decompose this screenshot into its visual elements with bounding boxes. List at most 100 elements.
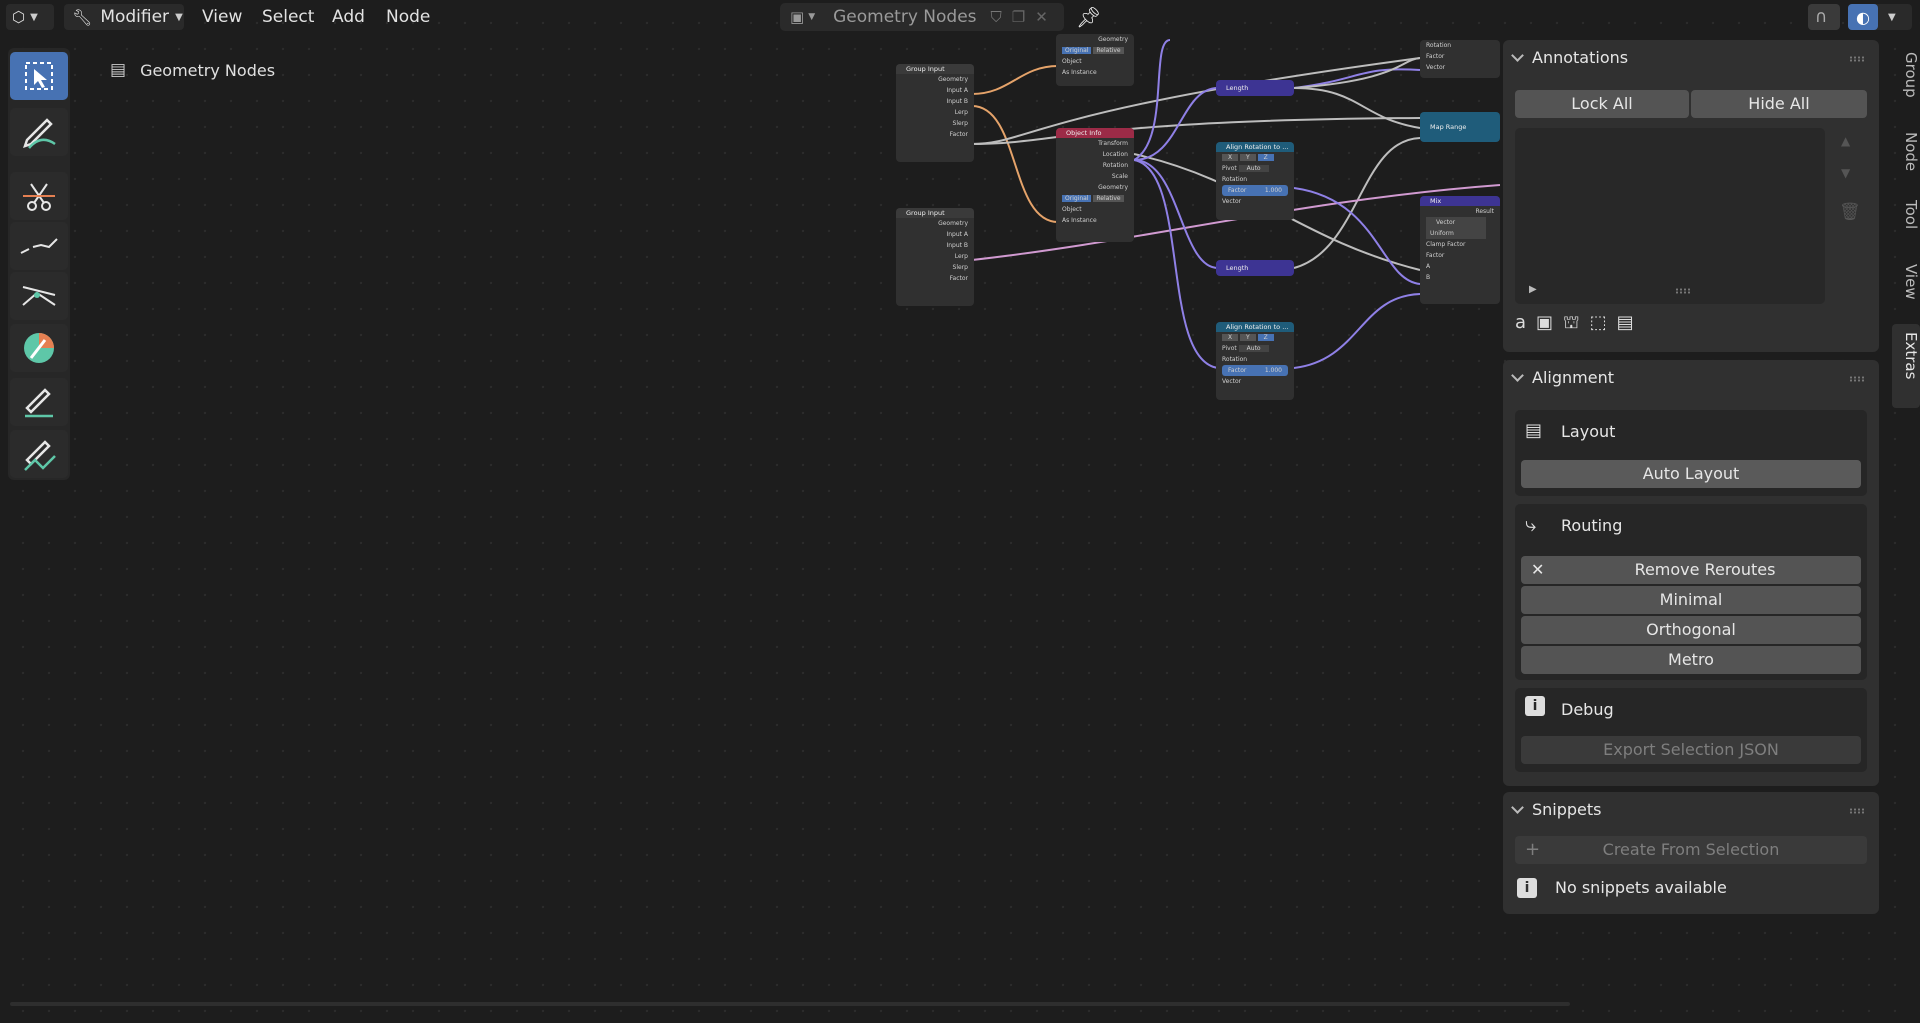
panel-header[interactable]: Snippets (1511, 800, 1602, 819)
annotations-list[interactable]: ▶ (1515, 128, 1825, 304)
tab-tool[interactable]: Tool (1892, 200, 1920, 229)
object-info-node[interactable]: Object Info Transform Location Rotation … (1056, 128, 1134, 242)
drag-handle-icon[interactable] (1849, 376, 1865, 382)
clamp-checkbox[interactable]: Clamp Factor (1420, 239, 1500, 250)
layout-section: ▤ Layout Auto Layout (1515, 410, 1867, 496)
mix-mode-select[interactable]: Uniform (1420, 228, 1500, 239)
overlays-toggle[interactable]: ◐ ▼ (1848, 4, 1912, 30)
panel-header[interactable]: Annotations (1511, 48, 1628, 67)
node-title: Length (1226, 84, 1249, 92)
node-editor[interactable]: ⬡ ▼ 🔧︎ Modifier ▼ View Select Add Node ▣… (0, 0, 1920, 1023)
hide-all-button[interactable]: Hide All (1691, 90, 1867, 118)
section-title: Debug (1561, 700, 1614, 719)
toggle-relative[interactable]: Relative (1093, 47, 1124, 54)
axis-y[interactable]: Y (1240, 334, 1256, 341)
length-node[interactable]: Length (1216, 80, 1294, 96)
axis-z[interactable]: Z (1257, 154, 1274, 161)
axis-x[interactable]: X (1222, 334, 1239, 341)
snippets-panel: Snippets + Create From Selection i No sn… (1503, 792, 1879, 914)
move-down-icon[interactable]: ▼ (1841, 166, 1850, 180)
text-icon[interactable]: a (1515, 312, 1526, 336)
group-input-node[interactable]: Group Input Geometry Input A Input B Ler… (896, 64, 974, 162)
minimal-button[interactable]: Minimal (1521, 586, 1861, 614)
mix-type-value[interactable]: Vector (1426, 217, 1486, 228)
toggle-original[interactable]: Original (1062, 195, 1092, 202)
panel-header[interactable]: Alignment (1511, 368, 1614, 387)
pivot-select[interactable]: Auto (1238, 345, 1269, 352)
object-info-node-partial[interactable]: Geometry Original Relative Object As Ins… (1056, 34, 1134, 86)
socket-label: Geometry (938, 76, 968, 83)
socket-label: Rotation (1222, 176, 1248, 183)
axis-x[interactable]: X (1222, 154, 1239, 161)
mix-type-select[interactable]: Vector (1420, 217, 1500, 228)
length-node[interactable]: Length (1216, 260, 1294, 276)
trash-icon[interactable]: 🗑︎ (1839, 202, 1861, 222)
mix-mode-value[interactable]: Uniform (1426, 228, 1486, 239)
factor-value: 1.000 (1264, 187, 1282, 194)
create-from-selection-button[interactable]: + Create From Selection (1515, 836, 1867, 864)
mode-toggle[interactable]: Original Relative (1056, 193, 1134, 204)
snapping-toggle[interactable]: ∩ (1808, 4, 1840, 30)
remove-reroutes-button[interactable]: ✕ Remove Reroutes (1521, 556, 1861, 584)
play-icon[interactable]: ▶ (1529, 284, 1537, 295)
socket-label: A (1426, 263, 1431, 270)
drag-handle-icon[interactable] (1849, 808, 1865, 814)
pivot-row[interactable]: Pivot Auto (1216, 343, 1294, 354)
axis-toggle[interactable]: X Y Z (1216, 152, 1294, 163)
chevron-down-icon (1511, 801, 1524, 814)
node-partial[interactable]: Rotation Factor Vector (1420, 40, 1500, 78)
archive-icon[interactable]: ▤ (1617, 312, 1634, 336)
socket-label: Geometry (1098, 36, 1128, 43)
auto-layout-button[interactable]: Auto Layout (1521, 460, 1861, 488)
mode-toggle[interactable]: Original Relative (1056, 45, 1134, 56)
toggle-original[interactable]: Original (1062, 47, 1092, 54)
socket-label: Slerp (952, 120, 968, 127)
checkbox-label[interactable]: As Instance (1056, 215, 1134, 226)
tab-node[interactable]: Node (1892, 132, 1920, 171)
panel-title: Alignment (1532, 368, 1614, 387)
factor-field[interactable]: Factor 1.000 (1222, 365, 1288, 376)
align-rotation-node[interactable]: Align Rotation to ... X Y Z Pivot Auto R… (1216, 142, 1294, 220)
move-up-icon[interactable]: ▲ (1841, 134, 1850, 148)
tab-extras[interactable]: Extras (1892, 324, 1920, 408)
align-rotation-node[interactable]: Align Rotation to ... X Y Z Pivot Auto R… (1216, 322, 1294, 400)
lock-all-button[interactable]: Lock All (1515, 90, 1689, 118)
horizontal-scrollbar[interactable] (10, 1002, 1570, 1006)
axis-y[interactable]: Y (1240, 154, 1256, 161)
axis-z[interactable]: Z (1257, 334, 1274, 341)
factor-field[interactable]: Factor 1.000 (1222, 185, 1288, 196)
socket-label: Slerp (952, 264, 968, 271)
socket-label: Input B (946, 242, 968, 249)
node-title: Group Input (896, 208, 974, 218)
factor-label: Factor (1228, 187, 1247, 194)
socket-label: Geometry (938, 220, 968, 227)
section-title: Routing (1561, 516, 1623, 535)
group-input-node[interactable]: Group Input Geometry Input A Input B Ler… (896, 208, 974, 306)
drag-handle-icon[interactable] (1849, 56, 1865, 62)
socket-label: B (1426, 274, 1431, 281)
node-title: Map Range (1430, 123, 1467, 131)
image-icon[interactable]: ▣ (1536, 312, 1553, 336)
map-range-node[interactable]: Map Range (1420, 112, 1500, 142)
debug-section: i Debug Export Selection JSON (1515, 688, 1867, 772)
mix-node[interactable]: Mix Result Vector Uniform Clamp Factor F… (1420, 196, 1500, 304)
node-title: Align Rotation to ... (1216, 322, 1294, 332)
toggle-relative[interactable]: Relative (1093, 195, 1124, 202)
axis-toggle[interactable]: X Y Z (1216, 332, 1294, 343)
tool-annotate-polygon[interactable] (10, 430, 68, 478)
cube-icon[interactable]: ⬚ (1590, 312, 1607, 336)
export-selection-json-button[interactable]: Export Selection JSON (1521, 736, 1861, 764)
metro-button[interactable]: Metro (1521, 646, 1861, 674)
pivot-select[interactable]: Auto (1238, 165, 1269, 172)
list-resize-handle[interactable] (1675, 288, 1691, 294)
tab-view[interactable]: View (1892, 264, 1920, 300)
socket-label: Vector (1222, 198, 1242, 205)
socket-label: Factor (949, 131, 968, 138)
orthogonal-button[interactable]: Orthogonal (1521, 616, 1861, 644)
tab-group[interactable]: Group (1892, 52, 1920, 98)
node-title: Length (1226, 264, 1249, 272)
checkbox-label[interactable]: As Instance (1056, 67, 1134, 78)
pivot-row[interactable]: Pivot Auto (1216, 163, 1294, 174)
scene-icon[interactable]: ⛫ (1563, 312, 1580, 336)
socket-label: Geometry (1098, 184, 1128, 191)
